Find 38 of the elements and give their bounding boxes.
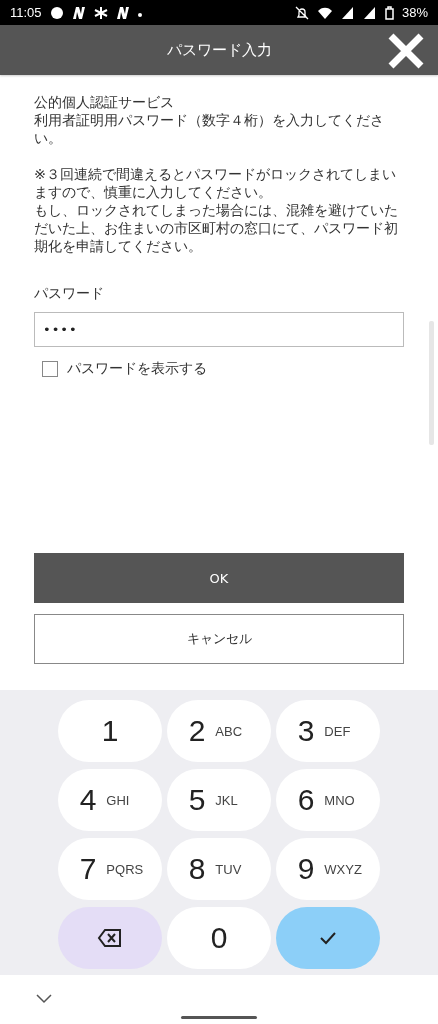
keypad-key[interactable]: 7 PQRS xyxy=(58,838,162,900)
dot-icon xyxy=(137,12,142,17)
fan-icon xyxy=(93,5,108,20)
wifi-icon xyxy=(316,5,333,20)
status-time: 11:05 xyxy=(10,5,42,20)
keypad-key[interactable]: 3 DEF xyxy=(276,700,380,762)
notice-text: もし、ロックされてしまった場合には、混雑を避けていただいた上、お住まいの市区町村の窓口にて、パスワード初期化を申請してください。 xyxy=(34,201,399,255)
show-password-checkbox[interactable] xyxy=(42,361,58,377)
keypad-key[interactable]: 0 xyxy=(167,907,271,969)
keypad-key[interactable]: 2 ABC xyxy=(167,700,271,762)
password-field[interactable]: •••• xyxy=(34,312,404,347)
show-password-label: パスワードを表示する xyxy=(67,360,207,378)
home-handle[interactable] xyxy=(181,1016,257,1019)
app-notification-icon xyxy=(49,5,64,20)
keypad-key[interactable]: 5 JKL xyxy=(167,769,271,831)
keypad-key[interactable]: 8 TUV xyxy=(167,838,271,900)
app-notification-icon xyxy=(71,5,86,20)
keypad-key[interactable]: 9 WXYZ xyxy=(276,838,380,900)
hide-keyboard-button[interactable] xyxy=(34,991,54,1005)
signal-icon xyxy=(362,5,377,20)
notice-text: ※３回連続で間違えるとパスワードがロックされてしまいますので、慎重に入力してください。 xyxy=(34,165,397,201)
ok-button[interactable]: OK xyxy=(34,553,404,603)
keypad-key[interactable]: 1 xyxy=(58,700,162,762)
backspace-icon xyxy=(97,928,123,948)
window-title: パスワード入力 xyxy=(166,40,272,60)
keypad-key[interactable]: 6 MNO xyxy=(276,769,380,831)
battery-percent: 38% xyxy=(401,5,428,20)
keypad-key[interactable]: 4 GHI xyxy=(58,769,162,831)
cancel-button[interactable]: キャンセル xyxy=(34,614,404,664)
signal-icon xyxy=(340,5,355,20)
app-notification-icon xyxy=(115,5,130,20)
intro-text: 利用者証明用パスワード（数字４桁）を入力してください。 xyxy=(34,111,385,147)
intro-text: 公的個人認証サービス xyxy=(34,93,175,111)
muted-bell-icon xyxy=(294,5,309,20)
battery-icon xyxy=(384,5,394,20)
password-label: パスワード xyxy=(34,285,105,303)
check-icon xyxy=(319,931,337,945)
close-button[interactable] xyxy=(386,31,426,71)
